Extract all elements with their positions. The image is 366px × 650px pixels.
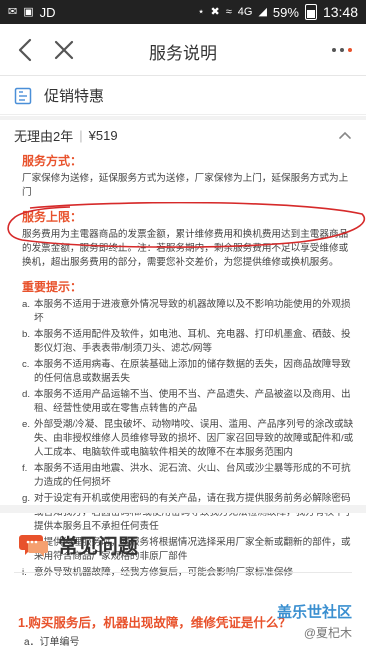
service-divider: | <box>79 127 83 143</box>
battery-percent: 59% <box>272 4 299 20</box>
list-item: b. 本服务不适用配件及软件，如电池、耳机、充电器、打印机墨盒、硒鼓、投影仪灯泡、… <box>22 328 354 356</box>
battery-icon <box>304 4 317 20</box>
list-item: i.意外导致机器故障，经我方修复后，可能会影响厂家标准保修 <box>22 566 354 580</box>
list-item: c. 本服务不适用病毒、在原装基础上添加的储存数据的丢失，因商品故障导致的任何信息… <box>22 358 354 386</box>
promo-title: 促销特惠 <box>44 88 105 105</box>
list-item: g.对于设定有开机或使用密码的有关产品，请在我方提供服务前务必解除密码或告知我方… <box>22 492 354 534</box>
section-separator <box>0 505 366 513</box>
chat-bubble-icon <box>19 534 48 557</box>
status-left: ✉ ▣ JD <box>8 5 56 20</box>
bluetooth-icon: ⋆ <box>197 5 205 18</box>
watermark: 盖乐世社区 @夏杞木 <box>277 601 352 641</box>
tip-text: 本服务不适用由地震、洪水、泥石流、火山、台风或沙尘暴等形成的不可抗力造成的任何损… <box>34 463 351 488</box>
watermark-user: @夏杞木 <box>303 626 352 640</box>
list-item: a. 本服务不适用于进液意外情况导致的机器故障以及不影响功能使用的外观损坏 <box>22 298 354 326</box>
service-price: ¥519 <box>88 127 118 143</box>
tip-text: 外部受潮/冷凝、昆虫破坏、动物啃咬、误用、滥用、产品序列号的涂改或缺失、由非授权… <box>34 419 354 458</box>
nav-bar: 服务说明 <box>0 24 366 76</box>
faq-title: 常见问题 <box>58 536 138 558</box>
tips-title: 重要提示： <box>22 280 83 294</box>
tip-text: 本服务不适用产品运输不当、使用不当、产品遗失、产品被盗以及商用、出租、经营性使用… <box>34 389 351 414</box>
more-menu-icon[interactable] <box>328 42 356 58</box>
tip-text: 本服务不适用病毒、在原装基础上添加的储存数据的丢失，因商品故障导致的任何信息或数… <box>34 359 351 384</box>
clock: 13:48 <box>322 4 358 20</box>
mute-icon: ✖ <box>210 5 220 18</box>
list-item: f. 本服务不适用由地震、洪水、泥石流、火山、台风或沙尘暴等形成的不可抗力造成的任… <box>22 462 354 490</box>
faq-question[interactable]: 1.购买服务后，机器出现故障，维修凭证是什么？ <box>18 612 291 631</box>
tip-text: 本服务不适用于进液意外情况导致的机器故障以及不影响功能使用的外观损坏 <box>34 299 351 324</box>
promo-section-header: 促销特惠 <box>0 77 366 115</box>
tip-text: 本服务不适用配件及软件，如电池、耳机、充电器、打印机墨盒、硒鼓、投影仪灯泡、手表… <box>34 329 351 354</box>
message-icon: ✉ <box>8 5 18 18</box>
signal-icon: ◢ <box>258 5 267 18</box>
tip-marker: i. <box>22 566 27 580</box>
tip-marker: c. <box>22 359 30 370</box>
carrier-label: JD <box>39 4 56 20</box>
page-title: 服务说明 <box>149 44 217 63</box>
tip-marker: g. <box>22 493 31 504</box>
chevron-up-icon[interactable] <box>338 128 352 142</box>
faq-divider <box>14 572 352 573</box>
method-title: 服务方式： <box>22 154 83 168</box>
method-text: 厂家保修为送修，延保服务方式为送修，厂家保修为上门，延保服务方式为上门 <box>22 173 349 198</box>
notification-icon: ▣ <box>23 5 34 18</box>
service-name: 无理由2年 <box>14 128 74 144</box>
service-description: 服务方式： 厂家保修为送修，延保服务方式为送修，厂家保修为上门，延保服务方式为上… <box>22 154 354 582</box>
service-row[interactable]: 无理由2年 | ¥519 <box>0 120 366 150</box>
list-item: e. 外部受潮/冷凝、昆虫破坏、动物啃咬、误用、滥用、产品序列号的涂改或缺失、由非… <box>22 418 354 460</box>
limit-text: 服务费用为主電器商品的发票金额，累计维修费用和换机费用达到主電器商品的发票金额，… <box>22 229 349 268</box>
tip-marker: a. <box>22 299 31 310</box>
tip-marker: e. <box>22 419 31 430</box>
tip-marker: f. <box>22 463 28 474</box>
limit-title: 服务上限： <box>22 210 83 224</box>
tip-marker: d. <box>22 389 31 400</box>
wifi-icon: ≈ <box>225 5 232 18</box>
network-label: 4G <box>237 5 253 18</box>
status-right: ⋆ ✖ ≈ 4G ◢ 59% 13:48 <box>198 4 358 20</box>
faq-answer: a．订单编号 <box>24 637 80 648</box>
tip-marker: b. <box>22 329 31 340</box>
watermark-brand: 盖乐世社区 <box>276 604 352 621</box>
status-bar: ✉ ▣ JD ⋆ ✖ ≈ 4G ◢ 59% 13:48 <box>0 0 366 24</box>
list-item: d. 本服务不适用产品运输不当、使用不当、产品遗失、产品被盗以及商用、出租、经营性… <box>22 388 354 416</box>
receipt-icon <box>14 87 32 104</box>
faq-header: 常见问题 <box>18 530 138 559</box>
